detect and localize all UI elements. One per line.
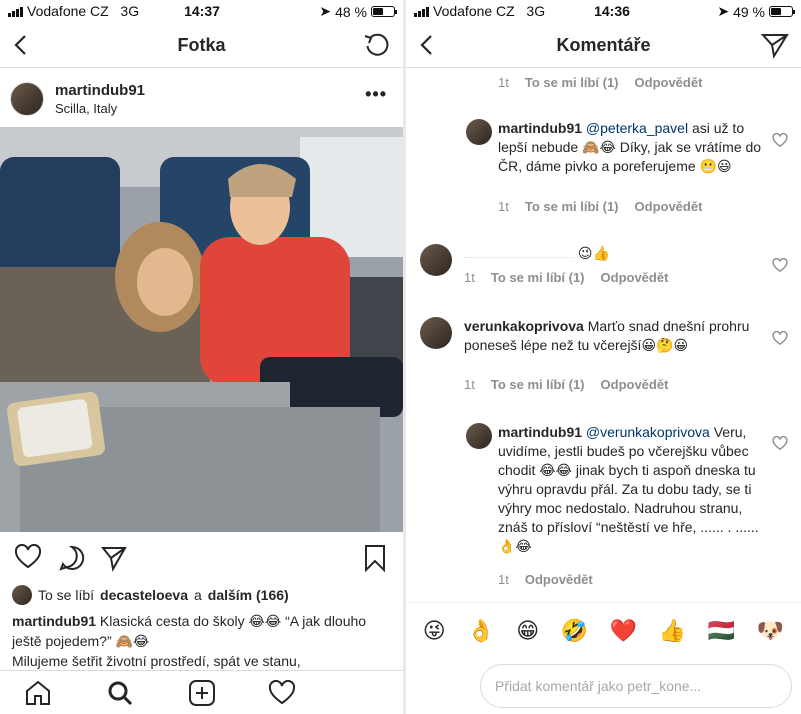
likes-joiner: a bbox=[193, 587, 202, 603]
comment-input-box bbox=[480, 664, 792, 708]
likes-others[interactable]: dalším (166) bbox=[208, 587, 289, 603]
avatar[interactable] bbox=[466, 119, 492, 145]
send-icon[interactable] bbox=[760, 31, 789, 64]
comment-username[interactable] bbox=[464, 257, 574, 258]
status-time: 14:36 bbox=[594, 3, 630, 19]
status-bar: Vodafone CZ 3G 14:36 ➤ 49 % bbox=[406, 0, 801, 24]
battery-percent: 48 % bbox=[335, 3, 367, 20]
comment-text: 😉👍 bbox=[577, 245, 610, 261]
comments-screen: Vodafone CZ 3G 14:36 ➤ 49 % Komentáře 1t… bbox=[406, 0, 801, 714]
like-comment-icon[interactable] bbox=[772, 132, 788, 153]
avatar[interactable] bbox=[420, 317, 452, 349]
reply-button[interactable]: Odpovědět bbox=[601, 268, 669, 287]
emoji-button[interactable]: 👌 bbox=[467, 619, 494, 642]
carrier: Vodafone CZ 3G bbox=[8, 3, 139, 19]
comment-username[interactable]: martindub91 bbox=[498, 424, 582, 440]
page-title: Komentáře bbox=[556, 35, 651, 55]
liker-username[interactable]: decasteloeva bbox=[100, 587, 188, 603]
network-type: 3G bbox=[120, 3, 140, 19]
likes-prefix: To se líbí bbox=[38, 587, 95, 603]
battery-percent: 49 % bbox=[733, 3, 765, 20]
caption-text-more: Milujeme šetřit životní prostředí, spát … bbox=[12, 653, 301, 669]
battery-icon bbox=[371, 6, 397, 17]
comment-likes[interactable]: To se mi líbí (1) bbox=[491, 268, 585, 287]
bookmark-icon[interactable] bbox=[363, 544, 387, 577]
signal-icon bbox=[8, 7, 23, 17]
comment-text: Veru, uvidíme, jestli budeš po včerejšku… bbox=[498, 424, 759, 554]
comment-icon[interactable] bbox=[58, 544, 86, 577]
comment-likes[interactable]: To se mi líbí (1) bbox=[525, 197, 619, 216]
emoji-button[interactable]: 🇭🇺 bbox=[708, 619, 735, 642]
comment-input[interactable] bbox=[481, 665, 791, 707]
comment-username[interactable]: verunkakoprivova bbox=[464, 318, 584, 334]
comment-time: 1t bbox=[498, 75, 509, 90]
comment-time: 1t bbox=[498, 572, 509, 587]
refresh-icon[interactable] bbox=[363, 31, 391, 64]
add-icon[interactable] bbox=[188, 680, 216, 711]
battery-icon bbox=[769, 6, 795, 17]
post-photo[interactable] bbox=[0, 127, 403, 532]
comment-meta: 1t Odpovědět bbox=[498, 570, 593, 589]
avatar[interactable] bbox=[10, 82, 44, 116]
post-username[interactable]: martindub91 bbox=[55, 82, 145, 99]
share-icon[interactable] bbox=[100, 544, 128, 577]
liker-avatar bbox=[12, 585, 32, 605]
home-icon[interactable] bbox=[24, 680, 52, 711]
reply-button[interactable]: Odpovědět bbox=[635, 73, 703, 92]
search-icon[interactable] bbox=[106, 680, 134, 711]
signal-icon bbox=[414, 7, 429, 17]
reply-button[interactable]: Odpovědět bbox=[601, 375, 669, 394]
comment-mention[interactable]: @peterka_pavel bbox=[586, 120, 688, 136]
likes-summary[interactable]: To se líbí decasteloeva a dalším (166) bbox=[12, 585, 395, 605]
comment-likes[interactable]: To se mi líbí (1) bbox=[491, 375, 585, 394]
comment: 1t To se mi líbí (1) Odpovědět bbox=[498, 73, 702, 92]
bottom-tab-bar bbox=[0, 670, 403, 714]
top-nav: Komentáře bbox=[406, 26, 801, 68]
comment-time: 1t bbox=[464, 377, 475, 392]
comment-time: 1t bbox=[498, 199, 509, 214]
emoji-button[interactable]: 😁 bbox=[516, 619, 539, 642]
page-title: Fotka bbox=[177, 35, 226, 55]
more-options-icon[interactable]: ••• bbox=[365, 84, 387, 105]
comment-username[interactable]: martindub91 bbox=[498, 120, 582, 136]
status-time: 14:37 bbox=[184, 3, 220, 19]
location-arrow-icon: ➤ bbox=[319, 3, 332, 19]
post-header: martindub91 Scilla, Italy ••• bbox=[0, 78, 403, 124]
activity-icon[interactable] bbox=[268, 679, 296, 711]
avatar[interactable] bbox=[466, 423, 492, 449]
status-bar: Vodafone CZ 3G 14:37 ➤ 48 % bbox=[0, 0, 403, 24]
post-location[interactable]: Scilla, Italy bbox=[55, 101, 117, 116]
comment-mention[interactable]: @verunkakoprivova bbox=[586, 424, 710, 440]
location-arrow-icon: ➤ bbox=[717, 3, 730, 19]
emoji-button[interactable]: ❤️ bbox=[610, 619, 637, 642]
comments-list: 1t To se mi líbí (1) Odpovědět martindub… bbox=[406, 69, 801, 596]
emoji-button[interactable]: 😜 bbox=[423, 619, 446, 642]
quick-emoji-bar: 😜 👌 😁 🤣 ❤️ 👍 🇭🇺 🐶 bbox=[406, 602, 801, 658]
comment-time: 1t bbox=[464, 270, 475, 285]
emoji-button[interactable]: 👍 bbox=[659, 619, 686, 642]
like-comment-icon[interactable] bbox=[772, 330, 788, 351]
reply-button[interactable]: Odpovědět bbox=[635, 197, 703, 216]
comment-meta: 1t To se mi líbí (1) Odpovědět bbox=[464, 268, 668, 287]
photo-illustration bbox=[0, 127, 403, 532]
photo-screen: Vodafone CZ 3G 14:37 ➤ 48 % Fotka martin… bbox=[0, 0, 403, 714]
reply-button[interactable]: Odpovědět bbox=[525, 570, 593, 589]
comment-meta: 1t To se mi líbí (1) Odpovědět bbox=[498, 73, 702, 92]
top-nav: Fotka bbox=[0, 26, 403, 68]
comment-likes[interactable]: To se mi líbí (1) bbox=[525, 73, 619, 92]
carrier: Vodafone CZ 3G bbox=[414, 3, 545, 19]
network-type: 3G bbox=[526, 3, 546, 19]
like-comment-icon[interactable] bbox=[772, 435, 788, 456]
caption-username[interactable]: martindub91 bbox=[12, 613, 96, 629]
avatar[interactable] bbox=[420, 244, 452, 276]
like-comment-icon[interactable] bbox=[772, 257, 788, 278]
heart-icon[interactable] bbox=[14, 543, 42, 575]
emoji-button[interactable]: 🐶 bbox=[757, 619, 784, 642]
comment-meta: 1t To se mi líbí (1) Odpovědět bbox=[498, 197, 702, 216]
post-caption: martindub91 Klasická cesta do školy 😂😂 “… bbox=[12, 611, 395, 671]
post-actions bbox=[0, 542, 403, 576]
emoji-button[interactable]: 🤣 bbox=[561, 619, 588, 642]
comment-meta: 1t To se mi líbí (1) Odpovědět bbox=[464, 375, 668, 394]
